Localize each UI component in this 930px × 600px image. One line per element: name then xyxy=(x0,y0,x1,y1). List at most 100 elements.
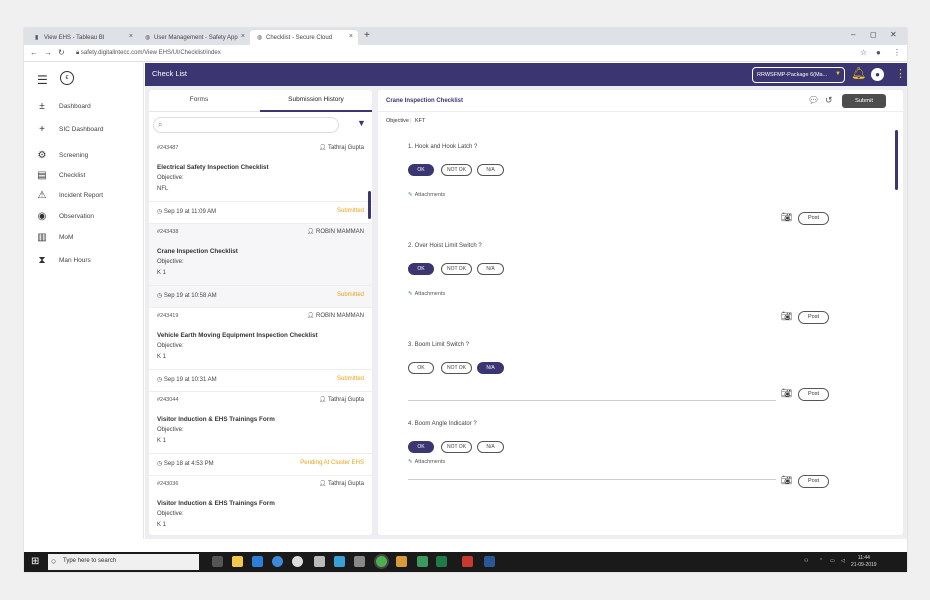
close-icon[interactable]: × xyxy=(129,33,133,40)
option-na[interactable]: N/A xyxy=(477,362,504,374)
edge-icon[interactable] xyxy=(272,556,283,567)
post-button[interactable]: Post xyxy=(798,212,829,225)
camera-icon[interactable]: 📷︎ xyxy=(781,212,792,223)
warning-icon: ⚠ xyxy=(37,190,47,201)
list-item[interactable]: #243044 👤︎ Tathraj Gupta Visitor Inducti… xyxy=(149,392,372,476)
clock-icon: ◷ xyxy=(157,461,164,467)
option-ok[interactable]: OK xyxy=(408,362,434,374)
calculator-icon[interactable] xyxy=(314,556,325,567)
powerpoint-icon[interactable] xyxy=(462,556,473,567)
restore-icon[interactable]: ◻ xyxy=(870,30,877,39)
list-scrollbar[interactable] xyxy=(368,191,371,219)
forward-icon[interactable]: → xyxy=(44,48,52,57)
sidebar-item-dashboard[interactable]: ± Dashboard xyxy=(36,101,141,115)
attachments-link[interactable]: ✎ Attachments xyxy=(408,459,445,465)
sidebar-item-sic-dashboard[interactable]: + SIC Dashboard xyxy=(36,124,141,138)
sidebar-item-observation[interactable]: ◉ Observation xyxy=(36,211,141,225)
option-na[interactable]: N/A xyxy=(477,164,504,176)
minimize-icon[interactable]: – xyxy=(851,30,855,39)
submit-button[interactable]: Submit xyxy=(842,94,886,108)
option-ok[interactable]: OK xyxy=(408,164,434,176)
person-icon: 👤︎ xyxy=(306,313,316,319)
taskbar-clock[interactable]: 11:44 21-09-2019 xyxy=(851,555,877,569)
objective-tab[interactable]: Objective xyxy=(386,118,409,124)
new-tab-icon[interactable]: + xyxy=(364,30,370,41)
word-icon[interactable] xyxy=(484,556,495,567)
list-item[interactable]: #243438 👤︎ ROBIN MAMMAN Crane Inspection… xyxy=(149,224,372,308)
tab-forms[interactable]: Forms xyxy=(149,96,249,103)
close-icon[interactable]: × xyxy=(349,33,353,40)
app-icon[interactable] xyxy=(417,556,428,567)
browser-tab-3[interactable]: ◍ Checklist - Secure Cloud × xyxy=(250,30,358,45)
project-label: RRWSFMP-Package 6(Ma... xyxy=(757,72,828,78)
option-not-ok[interactable]: NOT OK xyxy=(441,362,472,374)
attachments-link[interactable]: ✎ Attachments xyxy=(408,192,445,198)
chrome-icon[interactable] xyxy=(376,556,387,567)
file-explorer-icon[interactable] xyxy=(232,556,243,567)
back-icon[interactable]: ← xyxy=(30,48,38,57)
list-item[interactable]: #243419 👤︎ ROBIN MAMMAN Vehicle Earth Mo… xyxy=(149,308,372,392)
attachments-link[interactable]: ✎ Attachments xyxy=(408,291,445,297)
option-na[interactable]: N/A xyxy=(477,441,504,453)
more-icon[interactable]: ⋮ xyxy=(895,67,906,80)
history-icon[interactable]: ↺ xyxy=(825,95,833,106)
network-icon[interactable]: ▭ xyxy=(830,558,835,564)
option-na[interactable]: N/A xyxy=(477,263,504,275)
app-icon[interactable] xyxy=(354,556,365,567)
sidebar-item-checklist[interactable]: ▤ Checklist xyxy=(36,170,141,184)
profile-icon[interactable]: ● xyxy=(876,48,881,57)
close-window-icon[interactable]: ✕ xyxy=(890,30,897,39)
reload-icon[interactable]: ↻ xyxy=(58,48,65,57)
sidebar-item-incident-report[interactable]: ⚠ Incident Report xyxy=(36,190,141,204)
hamburger-icon[interactable]: ☰ xyxy=(37,73,48,87)
option-not-ok[interactable]: NOT OK xyxy=(441,441,472,453)
search-input[interactable]: ⌕ xyxy=(153,117,339,133)
submission-list: #243487 👤︎ Tathraj Gupta Electrical Safe… xyxy=(149,140,372,535)
excel-icon[interactable] xyxy=(436,556,447,567)
bell-icon[interactable]: 🔔︎ xyxy=(851,66,866,80)
post-button[interactable]: Post xyxy=(798,311,829,324)
option-not-ok[interactable]: NOT OK xyxy=(441,164,472,176)
menu-icon[interactable]: ⋮ xyxy=(893,48,901,57)
taskbar-search-input[interactable]: ○ Type here to search xyxy=(48,554,199,570)
filter-icon[interactable]: ▼ xyxy=(357,118,366,128)
task-view-icon[interactable] xyxy=(212,556,223,567)
star-icon[interactable]: ☆ xyxy=(860,48,867,57)
camera-icon[interactable]: 📷︎ xyxy=(781,388,792,399)
sidebar-item-screening[interactable]: ⚙ Screening xyxy=(36,150,141,164)
chevron-up-icon[interactable]: ⌃ xyxy=(819,558,823,564)
camera-icon[interactable]: 📷︎ xyxy=(781,475,792,486)
date-text: Sep 18 at 4:53 PM xyxy=(163,461,214,467)
outlook-icon[interactable] xyxy=(252,556,263,567)
project-selector[interactable]: RRWSFMP-Package 6(Ma... ▼ xyxy=(752,67,845,83)
post-button[interactable]: Post xyxy=(798,388,829,401)
windows-start-icon[interactable]: ⊞ xyxy=(31,556,39,567)
option-ok[interactable]: OK xyxy=(408,441,434,453)
post-button[interactable]: Post xyxy=(798,475,829,488)
close-icon[interactable]: × xyxy=(241,33,245,40)
comment-icon[interactable]: 💬︎ xyxy=(808,95,819,106)
sidebar-item-mom[interactable]: ▥ MoM xyxy=(36,232,141,246)
option-not-ok[interactable]: NOT OK xyxy=(441,263,472,275)
list-item[interactable]: #243036 👤︎ Tathraj Gupta Visitor Inducti… xyxy=(149,476,372,535)
app-icon[interactable] xyxy=(396,556,407,567)
chart-icon: ▮ xyxy=(35,35,39,41)
browser-tab-1[interactable]: ▮ View EHS - Tableau BI × xyxy=(28,30,138,45)
list-item[interactable]: #243487 👤︎ Tathraj Gupta Electrical Safe… xyxy=(149,140,372,224)
detail-scrollbar[interactable] xyxy=(895,130,898,190)
app-icon[interactable] xyxy=(334,556,345,567)
gear-icon: ⚙ xyxy=(37,150,47,161)
user-avatar-icon[interactable]: ● xyxy=(871,68,884,81)
url-input[interactable]: 🔒︎ safety.digitallntecc.com/View EHS/UI/… xyxy=(76,48,856,59)
people-icon[interactable]: ⚇ xyxy=(804,558,808,564)
browser-window: ▮ View EHS - Tableau BI × ◍ User Managemen… xyxy=(24,28,907,572)
camera-icon[interactable]: 📷︎ xyxy=(781,311,792,322)
checklist-name: Visitor Induction & EHS Trainings Form xyxy=(157,500,275,507)
option-ok[interactable]: OK xyxy=(408,263,434,275)
sidebar-item-man-hours[interactable]: ⧗ Man Hours xyxy=(36,255,141,269)
volume-icon[interactable]: ◁ xyxy=(841,558,845,564)
submission-id: #243487 xyxy=(157,145,179,151)
browser-tab-2[interactable]: ◍ User Management - Safety App × xyxy=(138,30,250,45)
tab-submission-history[interactable]: Submission History xyxy=(260,96,372,103)
app-icon[interactable] xyxy=(292,556,303,567)
